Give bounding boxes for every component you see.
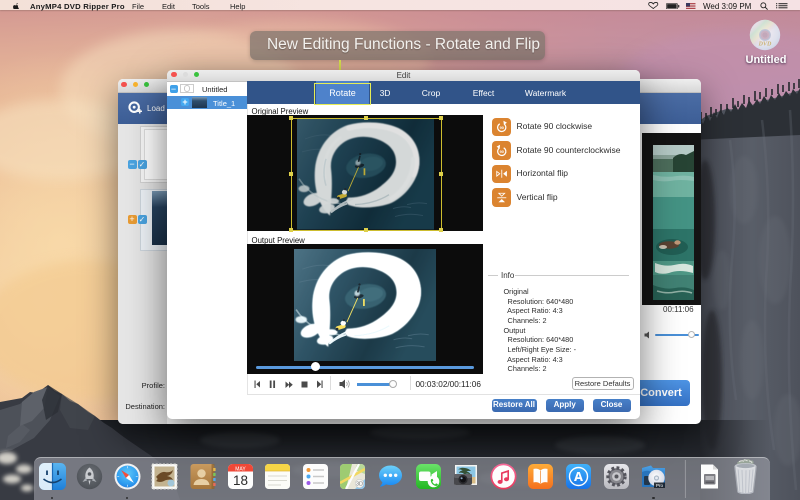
svg-text:DVD: DVD: [758, 42, 772, 48]
svg-text:90: 90: [499, 149, 503, 154]
svg-text:18: 18: [232, 473, 247, 488]
svg-text:90: 90: [499, 125, 503, 130]
svg-text:Pro: Pro: [656, 483, 664, 488]
svg-text:3D: 3D: [356, 482, 363, 488]
svg-text:MAY: MAY: [235, 466, 246, 472]
